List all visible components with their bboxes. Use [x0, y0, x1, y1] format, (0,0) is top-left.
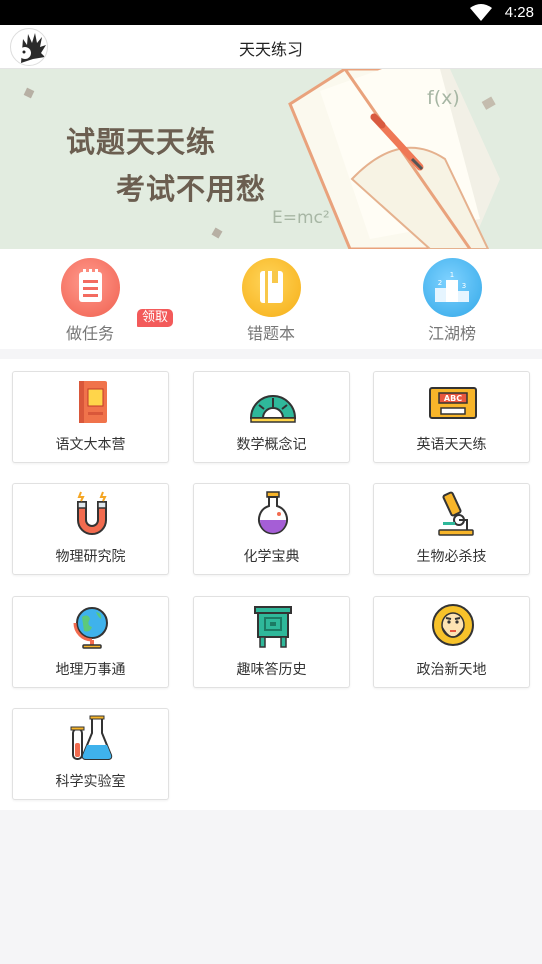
subject-label: 语文大本营	[55, 437, 126, 453]
philosopher-icon	[432, 604, 474, 646]
task-list-icon	[61, 258, 120, 317]
banner-formula-emc: E=mc²	[272, 208, 330, 228]
subject-label: 化学宝典	[243, 549, 300, 565]
svg-text:1: 1	[450, 271, 454, 279]
banner-headline: 试题天天练	[66, 125, 217, 159]
subject-card-politics[interactable]: 政治新天地	[373, 596, 530, 688]
page-title: 天天练习	[238, 40, 303, 59]
notebook-icon	[242, 258, 301, 317]
microscope-icon	[438, 491, 474, 536]
potion-flask-icon	[258, 491, 288, 535]
lab-flasks-icon	[70, 715, 113, 760]
globe-icon	[73, 607, 108, 649]
wifi-icon	[470, 4, 492, 21]
bronze-ding-icon	[254, 606, 292, 648]
svg-text:ABC: ABC	[444, 394, 462, 403]
subject-card-chemistry[interactable]: 化学宝典	[193, 483, 350, 575]
quick-action-label: 做任务	[65, 324, 114, 343]
quick-action-label: 江湖榜	[427, 324, 476, 343]
subject-label: 生物必杀技	[416, 549, 487, 565]
banner-formula-fx: f(x)	[427, 87, 460, 109]
subjects-grid: 语文大本营 数学概念记 ABC 英语天天练 物理研究院 化学宝典 生物必杀技 地…	[0, 359, 542, 810]
app-bar: 天天练习	[0, 25, 542, 69]
quick-actions: 做任务 领取 错题本 1 2 3 江湖榜	[0, 249, 542, 349]
subject-card-geography[interactable]: 地理万事通	[12, 596, 169, 688]
subject-label: 物理研究院	[55, 549, 126, 565]
subject-card-math[interactable]: 数学概念记	[193, 371, 350, 463]
subject-label: 政治新天地	[416, 662, 487, 678]
claim-badge[interactable]: 领取	[137, 309, 174, 327]
abc-cassette-icon: ABC	[429, 387, 477, 419]
subject-card-physics[interactable]: 物理研究院	[12, 483, 169, 575]
status-time: 4:28	[504, 4, 534, 21]
promo-banner[interactable]: 试题天天练 考试不用愁 f(x) E=mc²	[0, 69, 542, 249]
subject-card-biology[interactable]: 生物必杀技	[373, 483, 530, 575]
subject-label: 数学概念记	[236, 437, 307, 453]
protractor-icon	[249, 395, 297, 423]
svg-text:3: 3	[462, 282, 466, 290]
quick-action-label: 错题本	[246, 324, 295, 343]
svg-text:2: 2	[438, 279, 442, 287]
quick-action-tasks[interactable]: 做任务	[35, 258, 145, 348]
subject-card-science[interactable]: 科学实验室	[12, 708, 169, 800]
quick-action-wrong-book[interactable]: 错题本	[216, 258, 326, 348]
subject-card-history[interactable]: 趣味答历史	[193, 596, 350, 688]
subject-card-english[interactable]: ABC 英语天天练	[373, 371, 530, 463]
chinese-book-icon	[79, 381, 107, 423]
subject-label: 趣味答历史	[236, 662, 307, 678]
podium-icon: 1 2 3	[423, 258, 482, 317]
magnet-icon	[77, 491, 107, 535]
subject-label: 科学实验室	[55, 774, 126, 790]
banner-subheadline: 考试不用愁	[116, 172, 267, 206]
subject-card-chinese[interactable]: 语文大本营	[12, 371, 169, 463]
quick-action-leaderboard[interactable]: 1 2 3 江湖榜	[397, 258, 507, 348]
status-bar: 4:28	[0, 0, 542, 25]
subject-label: 地理万事通	[55, 662, 126, 678]
subject-label: 英语天天练	[416, 437, 487, 453]
